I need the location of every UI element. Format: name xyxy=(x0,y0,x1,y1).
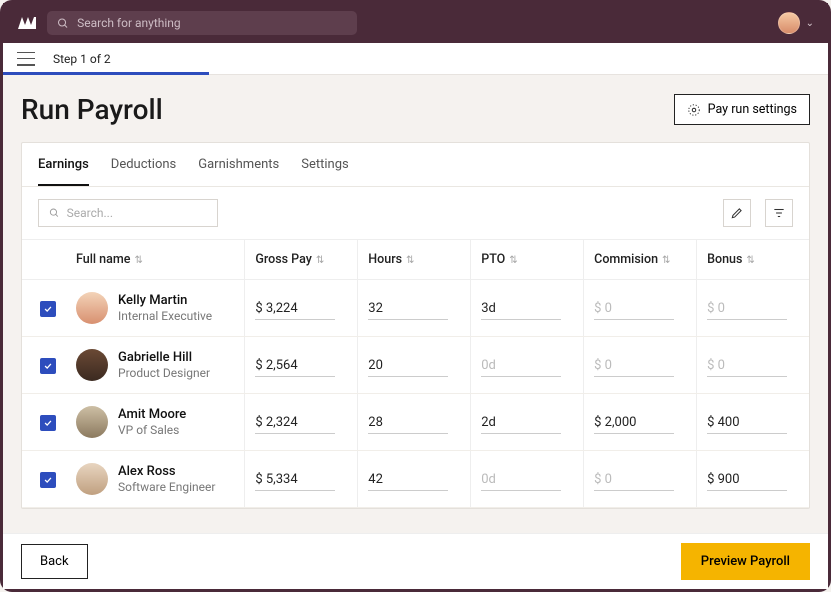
filter-icon xyxy=(772,206,786,220)
employee-cell[interactable]: Alex RossSoftware Engineer xyxy=(76,463,234,495)
sort-icon: ⇅ xyxy=(746,255,754,266)
tabs: Earnings Deductions Garnishments Settings xyxy=(22,143,809,187)
col-hours[interactable]: Hours⇅ xyxy=(358,240,471,280)
hours-input[interactable] xyxy=(368,469,448,491)
gear-icon xyxy=(687,103,701,117)
col-commission[interactable]: Commision⇅ xyxy=(584,240,697,280)
employee-avatar xyxy=(76,292,108,324)
bonus-input[interactable] xyxy=(707,355,787,377)
tab-deductions[interactable]: Deductions xyxy=(111,143,176,186)
search-icon xyxy=(57,17,69,30)
commission-input[interactable] xyxy=(594,469,674,491)
edit-columns-button[interactable] xyxy=(723,199,751,227)
payroll-table: Full name⇅ Gross Pay⇅ Hours⇅ PTO⇅ Commis… xyxy=(22,239,809,508)
sort-icon: ⇅ xyxy=(134,255,142,266)
col-gross[interactable]: Gross Pay⇅ xyxy=(245,240,358,280)
search-icon xyxy=(49,207,60,219)
table-search[interactable] xyxy=(38,199,218,227)
pto-input[interactable] xyxy=(481,298,561,320)
app-logo xyxy=(17,13,37,33)
step-bar: Step 1 of 2 xyxy=(3,43,828,75)
progress-indicator xyxy=(3,72,209,75)
employee-cell[interactable]: Amit MooreVP of Sales xyxy=(76,406,234,438)
top-bar: ⌄ xyxy=(3,3,828,43)
commission-input[interactable] xyxy=(594,355,674,377)
commission-input[interactable] xyxy=(594,412,674,434)
table-toolbar xyxy=(22,187,809,239)
col-pto[interactable]: PTO⇅ xyxy=(471,240,584,280)
chevron-down-icon[interactable]: ⌄ xyxy=(806,18,814,29)
bonus-input[interactable] xyxy=(707,298,787,320)
employee-name: Amit Moore xyxy=(118,407,186,422)
sort-icon: ⇅ xyxy=(316,255,324,266)
hours-input[interactable] xyxy=(368,298,448,320)
employee-cell[interactable]: Gabrielle HillProduct Designer xyxy=(76,349,234,381)
preview-payroll-button[interactable]: Preview Payroll xyxy=(681,543,810,580)
table-search-input[interactable] xyxy=(67,206,207,220)
tab-earnings[interactable]: Earnings xyxy=(38,143,89,186)
row-checkbox[interactable] xyxy=(40,301,56,317)
bonus-input[interactable] xyxy=(707,469,787,491)
employee-avatar xyxy=(76,406,108,438)
tab-garnishments[interactable]: Garnishments xyxy=(198,143,279,186)
table-row: Alex RossSoftware Engineer xyxy=(22,451,809,508)
footer-bar: Back Preview Payroll xyxy=(3,533,828,589)
menu-icon[interactable] xyxy=(17,52,35,66)
content-area: Run Payroll Pay run settings Earnings Ded… xyxy=(3,75,828,533)
employee-avatar xyxy=(76,349,108,381)
col-bonus[interactable]: Bonus⇅ xyxy=(697,240,809,280)
row-checkbox[interactable] xyxy=(40,415,56,431)
payroll-card: Earnings Deductions Garnishments Settings F… xyxy=(21,142,810,509)
user-avatar[interactable] xyxy=(778,12,800,34)
employee-avatar xyxy=(76,463,108,495)
commission-input[interactable] xyxy=(594,298,674,320)
page-title: Run Payroll xyxy=(21,93,163,126)
tab-settings[interactable]: Settings xyxy=(301,143,348,186)
global-search[interactable] xyxy=(47,11,357,35)
back-button[interactable]: Back xyxy=(21,544,88,579)
employee-role: Product Designer xyxy=(118,366,210,380)
gross-input[interactable] xyxy=(255,412,335,434)
gross-input[interactable] xyxy=(255,469,335,491)
pto-input[interactable] xyxy=(481,412,561,434)
filter-button[interactable] xyxy=(765,199,793,227)
row-checkbox[interactable] xyxy=(40,472,56,488)
global-search-input[interactable] xyxy=(77,16,347,30)
employee-role: VP of Sales xyxy=(118,423,186,437)
hours-input[interactable] xyxy=(368,355,448,377)
sort-icon: ⇅ xyxy=(509,255,517,266)
table-row: Amit MooreVP of Sales xyxy=(22,394,809,451)
employee-cell[interactable]: Kelly MartinInternal Executive xyxy=(76,292,234,324)
table-row: Gabrielle HillProduct Designer xyxy=(22,337,809,394)
pto-input[interactable] xyxy=(481,469,561,491)
employee-name: Kelly Martin xyxy=(118,293,212,308)
gross-input[interactable] xyxy=(255,298,335,320)
pencil-icon xyxy=(730,206,744,220)
hours-input[interactable] xyxy=(368,412,448,434)
row-checkbox[interactable] xyxy=(40,358,56,374)
settings-button-label: Pay run settings xyxy=(708,102,797,117)
employee-role: Software Engineer xyxy=(118,480,215,494)
sort-icon: ⇅ xyxy=(662,255,670,266)
bonus-input[interactable] xyxy=(707,412,787,434)
employee-role: Internal Executive xyxy=(118,309,212,323)
employee-name: Gabrielle Hill xyxy=(118,350,210,365)
gross-input[interactable] xyxy=(255,355,335,377)
col-checkbox xyxy=(22,240,66,280)
pay-run-settings-button[interactable]: Pay run settings xyxy=(674,94,810,125)
step-label: Step 1 of 2 xyxy=(53,52,111,66)
pto-input[interactable] xyxy=(481,355,561,377)
table-row: Kelly MartinInternal Executive xyxy=(22,280,809,337)
col-name[interactable]: Full name⇅ xyxy=(66,240,245,280)
sort-icon: ⇅ xyxy=(406,255,414,266)
employee-name: Alex Ross xyxy=(118,464,215,479)
